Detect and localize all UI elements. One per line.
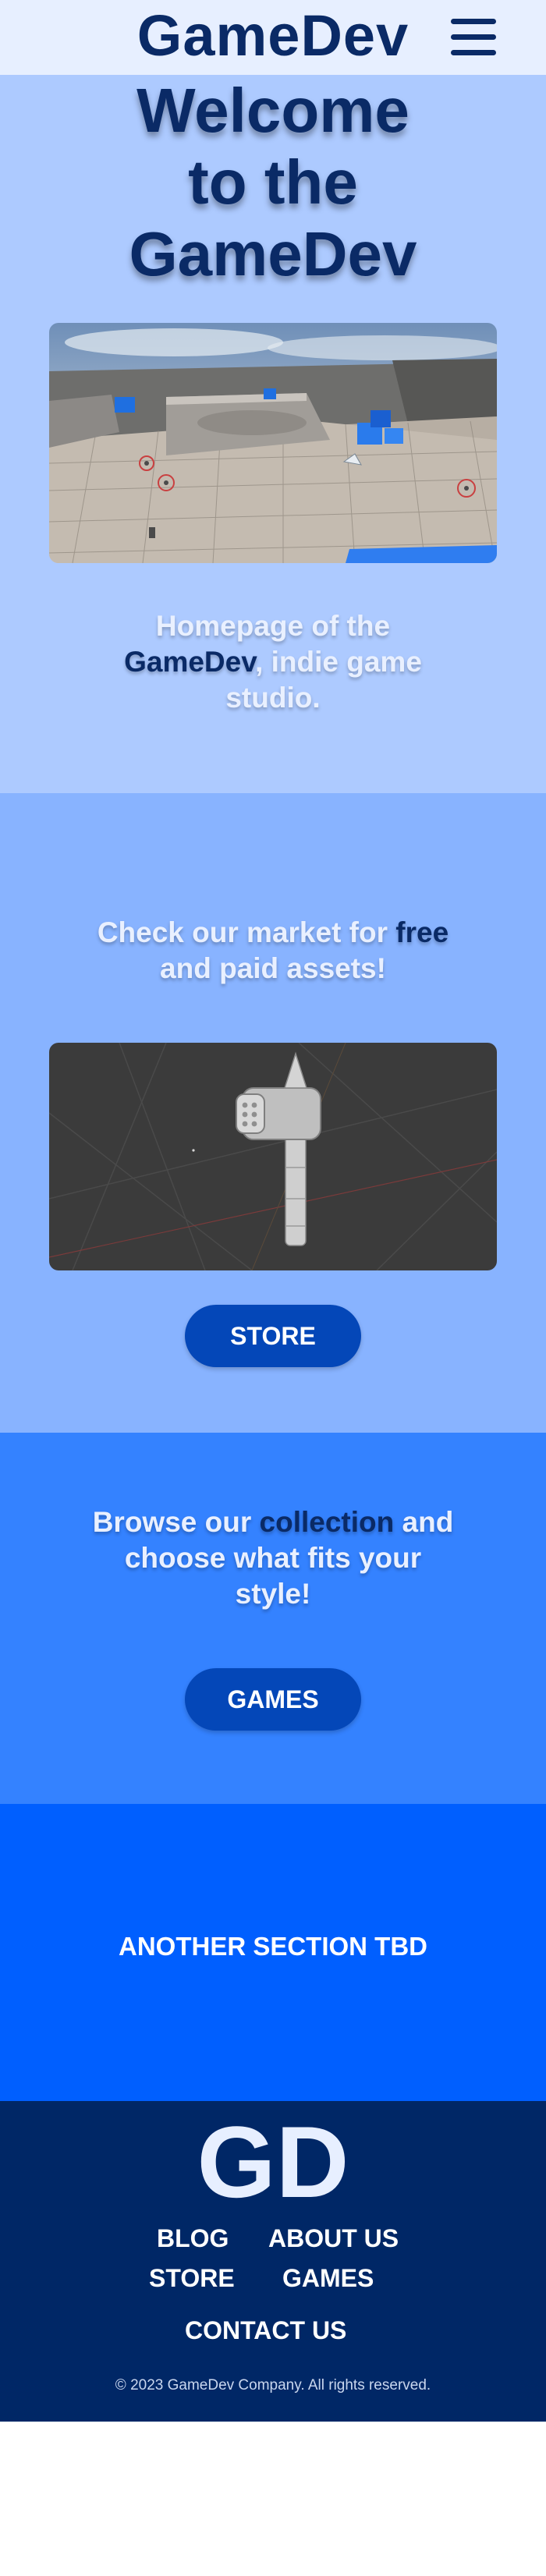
- hero-tagline-highlight: GameDev: [124, 646, 256, 678]
- footer-link-blog[interactable]: BLOG: [157, 2223, 229, 2254]
- collection-tagline-highlight: collection: [259, 1506, 395, 1538]
- hero-tagline-part2: , indie game studio.: [225, 646, 422, 714]
- footer-logo[interactable]: GD: [0, 2107, 546, 2216]
- market-section: Check our market for free and paid asset…: [0, 793, 546, 1433]
- hero-title: Welcome to the GameDev: [129, 76, 417, 289]
- market-tagline-part2: and paid assets!: [160, 952, 386, 984]
- footer-link-contact[interactable]: CONTACT US: [185, 2315, 346, 2346]
- menu-bar-top: [451, 19, 496, 24]
- menu-bar-middle: [451, 34, 496, 40]
- placeholder-section: ANOTHER SECTION TBD: [0, 1804, 546, 2101]
- hammer-asset-image: [49, 1043, 497, 1270]
- footer-link-games[interactable]: GAMES: [282, 2262, 374, 2294]
- collection-section: Browse our collection and choose what fi…: [0, 1433, 546, 1804]
- footer-link-store[interactable]: STORE: [149, 2262, 235, 2294]
- copyright-text: © 2023 GameDev Company. All rights reser…: [115, 2377, 431, 2394]
- level-editor-scene-image: [49, 323, 497, 563]
- hero-section: Welcome to the GameDev Homepage of the G…: [0, 75, 546, 793]
- site-footer: GD BLOG ABOUT US STORE GAMES CONTACT US …: [0, 2101, 546, 2422]
- footer-link-about[interactable]: ABOUT US: [268, 2223, 399, 2254]
- placeholder-section-text: ANOTHER SECTION TBD: [119, 1932, 427, 1961]
- market-tagline: Check our market for free and paid asset…: [86, 915, 460, 987]
- hamburger-menu-icon[interactable]: [451, 17, 496, 56]
- hero-tagline-part1: Homepage of the: [155, 610, 391, 642]
- store-button[interactable]: STORE: [185, 1305, 361, 1367]
- games-button[interactable]: GAMES: [185, 1668, 361, 1731]
- asset-preview-screenshot: [49, 1043, 497, 1270]
- hero-screenshot: [49, 323, 497, 563]
- market-tagline-part1: Check our market for: [97, 916, 396, 948]
- site-header: GameDev: [0, 0, 546, 75]
- menu-bar-bottom: [451, 50, 496, 55]
- collection-tagline-part1: Browse our: [92, 1506, 260, 1538]
- collection-tagline: Browse our collection and choose what fi…: [86, 1504, 460, 1612]
- market-tagline-highlight: free: [395, 916, 449, 948]
- hero-tagline: Homepage of the GameDev, indie game stud…: [94, 608, 452, 716]
